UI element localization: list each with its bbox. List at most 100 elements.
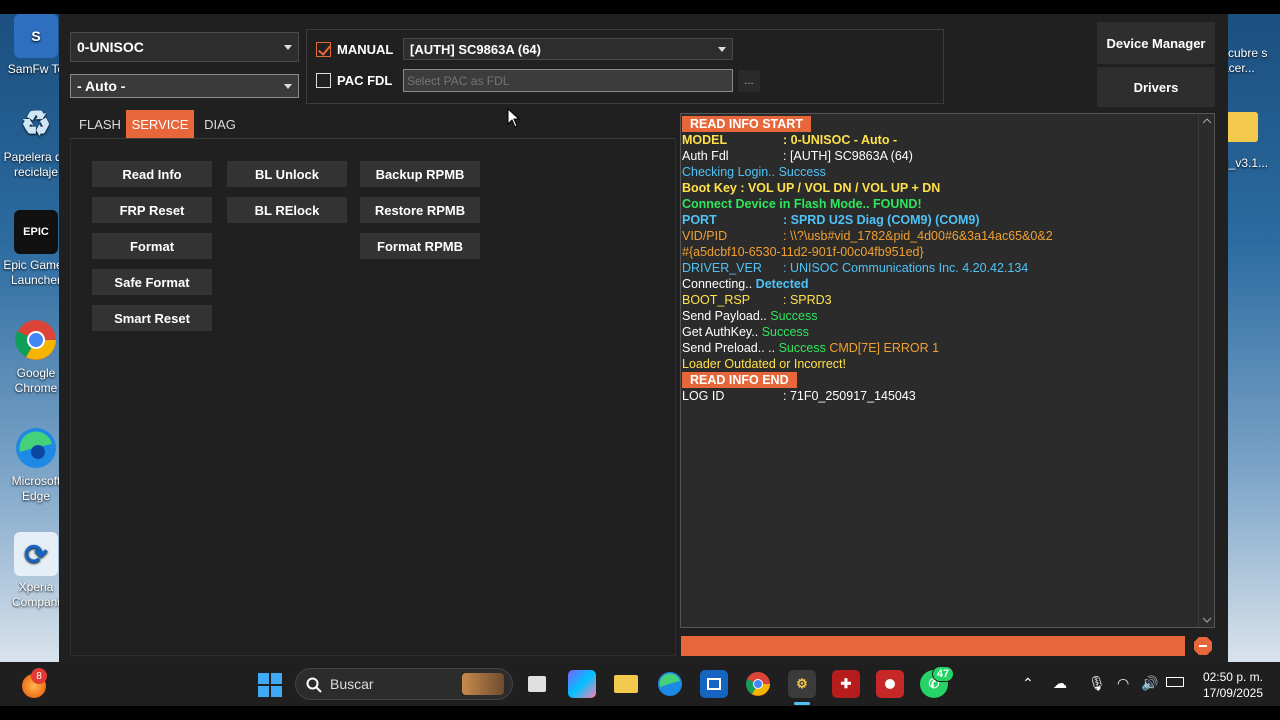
start-icon[interactable] xyxy=(258,673,282,697)
platform-select[interactable]: 0-UNISOC xyxy=(70,32,299,62)
log-value: : [AUTH] SC9863A (64) xyxy=(783,149,913,163)
log-end-header: READ INFO END xyxy=(682,372,797,388)
log-line-payload: Send Payload.. Success xyxy=(682,308,818,324)
chrome-icon xyxy=(14,318,58,362)
microphone-icon[interactable]: 🎙 xyxy=(1088,675,1106,692)
log-status: Success xyxy=(770,309,818,323)
mode-select-value: - Auto - xyxy=(77,78,126,94)
browse-pac-button[interactable]: ... xyxy=(738,70,760,92)
samfw-icon: S xyxy=(14,14,58,58)
screen-recorder-icon[interactable] xyxy=(876,670,904,698)
safe-format-button[interactable]: Safe Format xyxy=(92,269,212,295)
search-icon xyxy=(306,677,322,693)
bl-relock-button[interactable]: BL RElock xyxy=(227,197,347,223)
log-text: Send Payload.. xyxy=(682,309,771,323)
copilot-icon[interactable] xyxy=(568,670,596,698)
log-line-bootrsp: BOOT_RSP : SPRD3 xyxy=(682,292,1192,308)
smart-reset-button[interactable]: Smart Reset xyxy=(92,305,212,331)
epic-games-icon: EPIC xyxy=(14,210,58,254)
log-value: : UNISOC Communications Inc. 4.20.42.134 xyxy=(783,261,1029,275)
log-text: Get AuthKey.. xyxy=(682,325,762,339)
tab-diag[interactable]: DIAG xyxy=(195,110,245,138)
log-key: MODEL xyxy=(682,133,728,147)
desktop-icon-label: 3_v3.1... xyxy=(1222,156,1269,170)
log-line-guid: #{a5dcbf10-6530-11d2-901f-00c04fb951ed} xyxy=(682,245,924,259)
mode-select[interactable]: - Auto - xyxy=(70,74,299,98)
auth-select-value: [AUTH] SC9863A (64) xyxy=(410,41,541,57)
log-key: VID/PID xyxy=(682,229,728,243)
clock-time[interactable]: 02:50 p. m. xyxy=(1197,670,1263,684)
chevron-down-icon xyxy=(718,47,726,52)
clock-date[interactable]: 17/09/2025 xyxy=(1197,686,1263,700)
read-info-button[interactable]: Read Info xyxy=(92,161,212,187)
chrome-icon[interactable] xyxy=(744,670,772,698)
log-key: Auth Fdl xyxy=(682,149,729,163)
format-button[interactable]: Format xyxy=(92,233,212,259)
log-scrollbar[interactable] xyxy=(1198,114,1214,627)
manual-checkbox[interactable] xyxy=(316,42,331,57)
edge-icon[interactable] xyxy=(656,670,684,698)
log-text: Checking Login.. xyxy=(682,165,779,179)
format-rpmb-button[interactable]: Format RPMB xyxy=(360,233,480,259)
log-status: Success xyxy=(761,325,809,339)
tab-bar: FLASH SERVICE DIAG xyxy=(70,110,675,139)
platform-select-value: 0-UNISOC xyxy=(77,39,144,55)
tab-service[interactable]: SERVICE xyxy=(126,110,194,138)
red-tool-icon[interactable]: ✚ xyxy=(832,670,860,698)
unisoc-tool-icon[interactable]: ⚙ xyxy=(788,670,816,698)
log-error: CMD[7E] ERROR 1 xyxy=(829,341,940,355)
backup-rpmb-button[interactable]: Backup RPMB xyxy=(360,161,480,187)
log-line-driver: DRIVER_VER : UNISOC Communications Inc. … xyxy=(682,260,1192,276)
onedrive-icon[interactable]: ☁ xyxy=(1053,675,1067,692)
chevron-down-icon xyxy=(284,45,292,50)
task-view-icon[interactable] xyxy=(523,670,551,698)
frp-reset-button[interactable]: FRP Reset xyxy=(92,197,212,223)
device-manager-button[interactable]: Device Manager xyxy=(1097,22,1215,64)
log-value: : 71F0_250917_145043 xyxy=(783,389,916,403)
stop-icon xyxy=(1194,637,1212,655)
log-status: Detected xyxy=(755,277,809,291)
scroll-down-icon[interactable] xyxy=(1202,617,1212,623)
desktop-icon-label: scubre s acer... xyxy=(1222,46,1268,75)
progress-bar xyxy=(681,636,1185,656)
drivers-button[interactable]: Drivers xyxy=(1097,67,1215,107)
edge-icon xyxy=(14,426,58,470)
log-line-connect: Connect Device in Flash Mode.. FOUND! xyxy=(682,197,922,211)
restore-rpmb-button[interactable]: Restore RPMB xyxy=(360,197,480,223)
log-line-preload: Send Preload.. .. Success CMD[7E] ERROR … xyxy=(682,340,939,356)
whatsapp-badge: 47 xyxy=(932,666,954,682)
wifi-icon[interactable]: ◠ xyxy=(1117,675,1129,692)
log-value: : SPRD U2S Diag (COM9) (COM9) xyxy=(783,213,980,227)
mouse-cursor-icon xyxy=(507,108,521,128)
log-text: Send Preload.. .. xyxy=(682,341,779,355)
log-text: Connecting.. xyxy=(682,277,756,291)
scroll-up-icon[interactable] xyxy=(1202,118,1212,124)
log-value: : 0-UNISOC - Auto - xyxy=(783,133,898,147)
file-explorer-icon[interactable] xyxy=(612,670,640,698)
log-line-port: PORT : SPRD U2S Diag (COM9) (COM9) xyxy=(682,212,1192,228)
store-icon[interactable] xyxy=(700,670,728,698)
stop-button[interactable] xyxy=(1191,634,1215,658)
bl-unlock-button[interactable]: BL Unlock xyxy=(227,161,347,187)
battery-icon[interactable] xyxy=(1166,677,1184,687)
desktop-icon-right-2[interactable]: 3_v3.1... xyxy=(1222,112,1280,171)
desktop-icon-right-1[interactable]: scubre s acer... xyxy=(1222,46,1280,76)
pac-file-input[interactable] xyxy=(403,69,733,92)
auth-select[interactable]: [AUTH] SC9863A (64) xyxy=(403,38,733,60)
service-panel: Read Info FRP Reset Format Safe Format S… xyxy=(70,139,676,656)
log-key: PORT xyxy=(682,213,717,227)
desktop-icon-label: SamFw To xyxy=(7,62,65,76)
chevron-up-icon[interactable]: ⌃ xyxy=(1022,675,1034,692)
log-key: DRIVER_VER xyxy=(682,261,762,275)
log-value: : SPRD3 xyxy=(783,293,832,307)
log-line-checking: Checking Login.. Success xyxy=(682,164,826,180)
recycle-bin-icon: ♻ xyxy=(20,104,52,143)
pac-fdl-checkbox[interactable] xyxy=(316,73,331,88)
tab-flash[interactable]: FLASH xyxy=(75,110,125,138)
desktop-icon-label: Microsoft Edge xyxy=(11,474,61,503)
log-key: BOOT_RSP xyxy=(682,293,751,307)
log-panel[interactable]: READ INFO START MODEL : 0-UNISOC - Auto … xyxy=(680,113,1215,628)
log-line-connecting: Connecting.. Detected xyxy=(682,276,808,292)
taskbar-search[interactable]: Buscar xyxy=(295,668,513,700)
volume-icon[interactable]: 🔊 xyxy=(1141,675,1158,692)
